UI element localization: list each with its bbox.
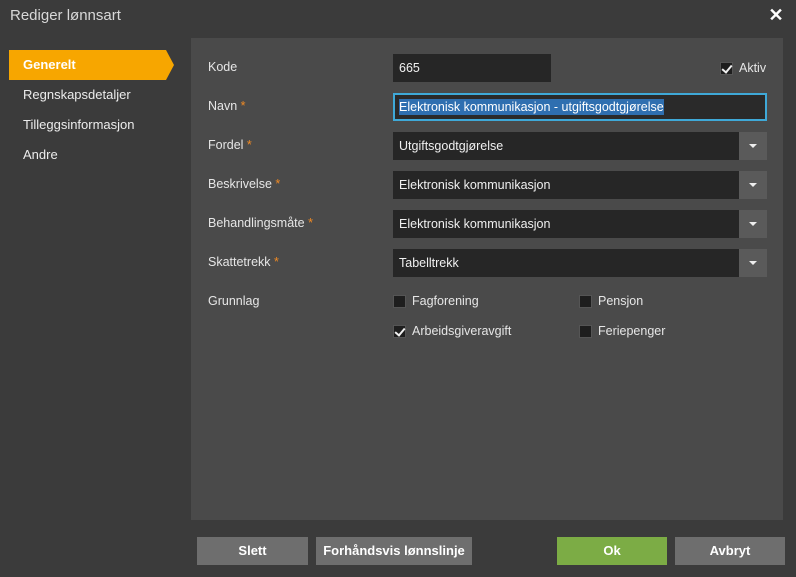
arbeidsgiveravgift-checkbox[interactable]: Arbeidsgiveravgift: [393, 324, 511, 338]
cancel-button[interactable]: Avbryt: [675, 537, 785, 565]
checkbox-icon: [579, 324, 592, 338]
close-icon[interactable]: ✕: [768, 6, 784, 24]
delete-button[interactable]: Slett: [197, 537, 308, 565]
check-icon: [393, 324, 406, 338]
required-marker: *: [308, 216, 313, 230]
sidebar-item-andre[interactable]: Andre: [9, 140, 184, 170]
kode-input[interactable]: 665: [393, 54, 551, 82]
behandlingsmate-value: Elektronisk kommunikasjon: [399, 217, 551, 231]
arbeidsgiveravgift-label: Arbeidsgiveravgift: [412, 324, 512, 338]
fordel-value: Utgiftsgodtgjørelse: [399, 139, 504, 153]
navn-label: Navn *: [208, 99, 246, 113]
kode-label: Kode: [208, 60, 238, 74]
skattetrekk-value: Tabelltrekk: [399, 256, 459, 270]
aktiv-check-icon: [720, 61, 733, 75]
chevron-down-icon[interactable]: [739, 132, 767, 160]
ok-button[interactable]: Ok: [557, 537, 667, 565]
required-marker: *: [274, 255, 279, 269]
feriepenger-checkbox[interactable]: Feriepenger: [579, 324, 665, 338]
checkbox-icon: [579, 294, 592, 308]
fagforening-checkbox[interactable]: Fagforening: [393, 294, 479, 308]
beskrivelse-value: Elektronisk kommunikasjon: [399, 178, 551, 192]
checkbox-icon: [393, 294, 406, 308]
dialog-title: Rediger lønnsart: [10, 7, 121, 24]
sidebar: Generelt Regnskapsdetaljer Tilleggsinfor…: [9, 50, 184, 170]
sidebar-item-generelt[interactable]: Generelt: [9, 50, 174, 80]
aktiv-label: Aktiv: [739, 61, 767, 75]
behandlingsmate-label-text: Behandlingsmåte: [208, 216, 305, 230]
title-bar: Rediger lønnsart ✕: [0, 0, 796, 32]
beskrivelse-select[interactable]: Elektronisk kommunikasjon: [393, 171, 767, 199]
skattetrekk-label: Skattetrekk *: [208, 255, 279, 269]
navn-input[interactable]: Elektronisk kommunikasjon - utgiftsgodtg…: [393, 93, 767, 121]
skattetrekk-select[interactable]: Tabelltrekk: [393, 249, 767, 277]
chevron-down-icon[interactable]: [739, 171, 767, 199]
pensjon-label: Pensjon: [598, 294, 644, 308]
fagforening-label: Fagforening: [412, 294, 479, 308]
chevron-down-icon[interactable]: [739, 249, 767, 277]
navn-label-text: Navn: [208, 99, 238, 113]
grunnlag-label: Grunnlag: [208, 294, 260, 308]
sidebar-item-regnskapsdetaljer[interactable]: Regnskapsdetaljer: [9, 80, 184, 110]
behandlingsmate-select[interactable]: Elektronisk kommunikasjon: [393, 210, 767, 238]
beskrivelse-label-text: Beskrivelse: [208, 177, 272, 191]
fordel-select[interactable]: Utgiftsgodtgjørelse: [393, 132, 767, 160]
sidebar-item-tilleggsinformasjon[interactable]: Tilleggsinformasjon: [9, 110, 184, 140]
feriepenger-label: Feriepenger: [598, 324, 666, 338]
fordel-label: Fordel *: [208, 138, 252, 152]
behandlingsmate-label: Behandlingsmåte *: [208, 216, 313, 230]
fordel-label-text: Fordel: [208, 138, 244, 152]
required-marker: *: [246, 138, 252, 152]
beskrivelse-label: Beskrivelse *: [208, 177, 280, 191]
preview-button[interactable]: Forhåndsvis lønnslinje: [316, 537, 472, 565]
required-marker: *: [240, 99, 246, 113]
aktiv-checkbox[interactable]: Aktiv: [720, 61, 766, 75]
navn-value: Elektronisk kommunikasjon - utgiftsgodtg…: [399, 99, 664, 115]
required-marker: *: [275, 177, 281, 191]
skattetrekk-label-text: Skattetrekk: [208, 255, 271, 269]
pensjon-checkbox[interactable]: Pensjon: [579, 294, 643, 308]
form-panel: Kode 665 Aktiv Navn * Elektronisk kommun…: [191, 38, 783, 520]
chevron-down-icon[interactable]: [739, 210, 767, 238]
